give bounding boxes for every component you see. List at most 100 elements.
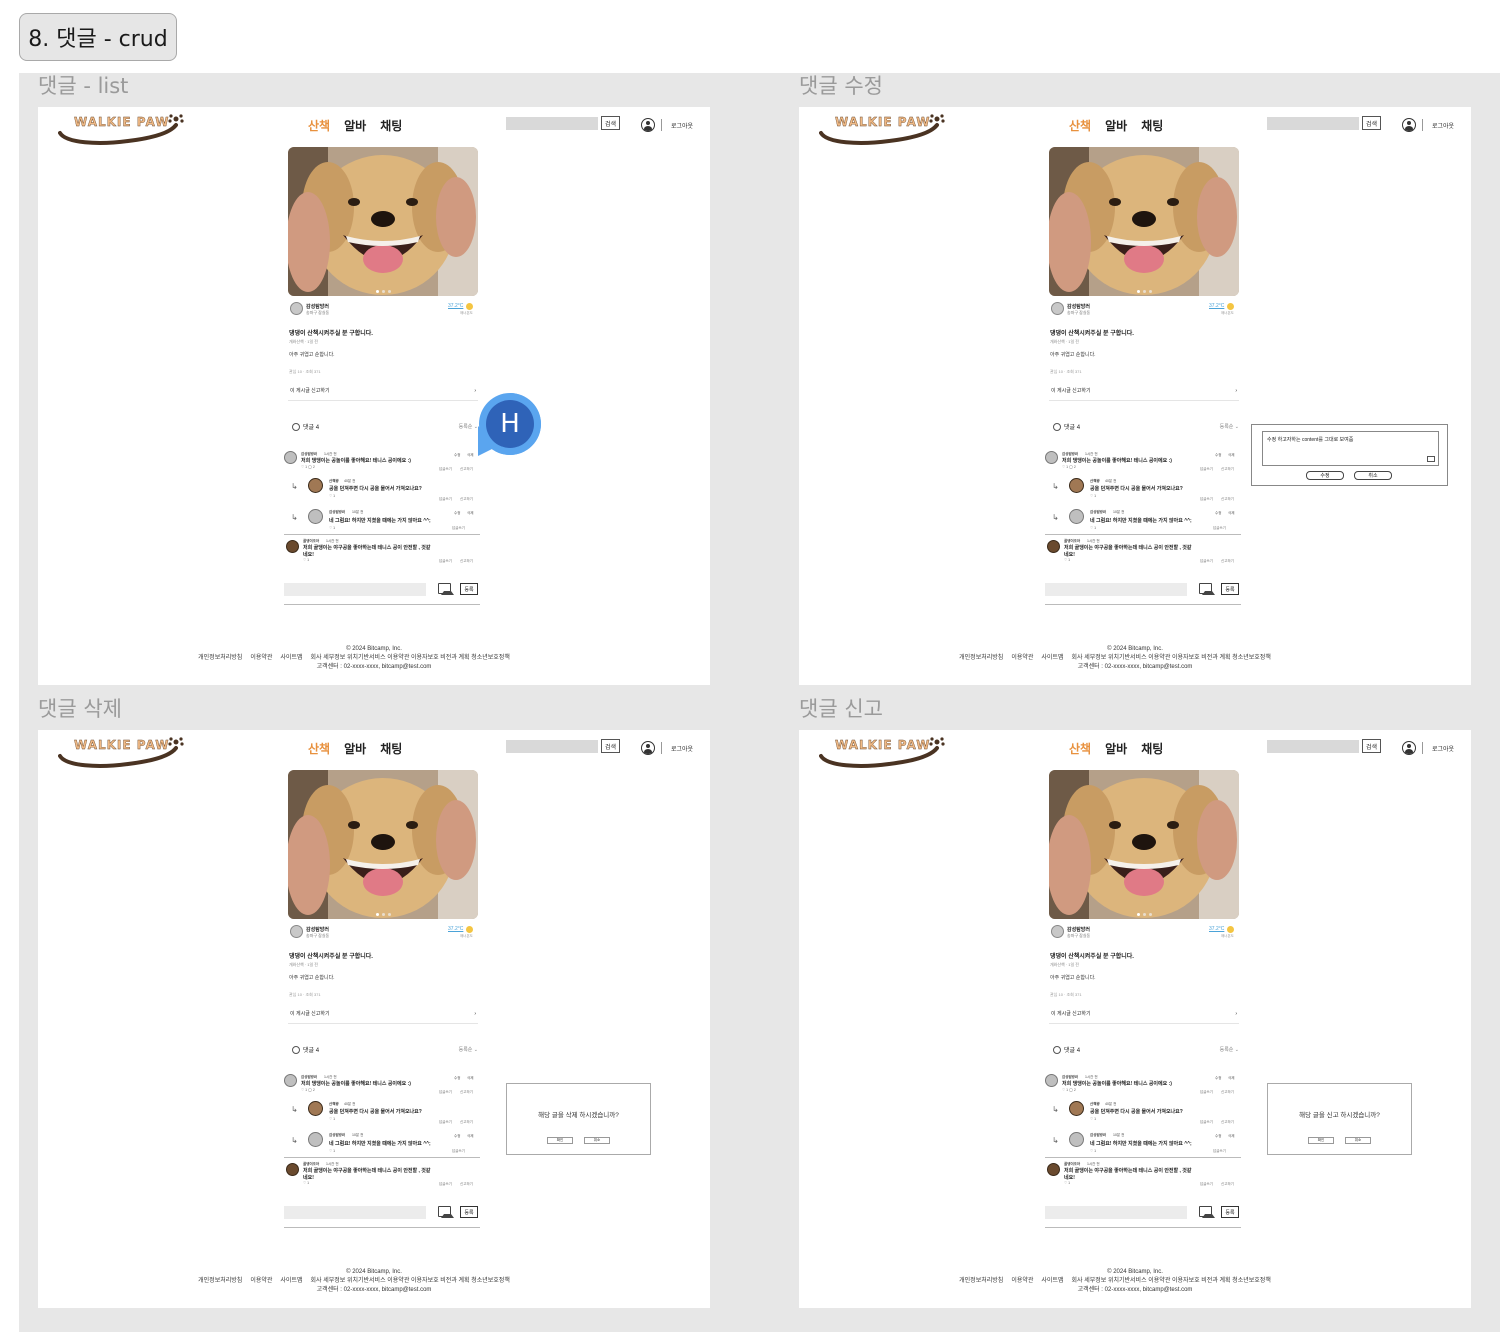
report-comment-link[interactable]: 신고하기: [460, 559, 473, 564]
carousel-dots[interactable]: [1137, 290, 1152, 293]
commenter-avatar[interactable]: [308, 1132, 323, 1147]
comment-like-count[interactable]: ♡ 1: [329, 1149, 335, 1153]
comment-input[interactable]: [1045, 583, 1187, 596]
comment-delete-button[interactable]: 삭제: [467, 1134, 473, 1139]
comment-delete-button[interactable]: 삭제: [467, 511, 473, 516]
nav-item-walk[interactable]: 산책: [1069, 740, 1091, 757]
comment-like-count[interactable]: ♡ 1: [329, 494, 335, 498]
comment-like-count[interactable]: ♡ 1: [1090, 494, 1096, 498]
reply-link[interactable]: 답글쓰기: [1200, 1120, 1213, 1125]
nav-item-walk[interactable]: 산책: [308, 117, 330, 134]
reply-link[interactable]: 답글쓰기: [452, 1149, 465, 1154]
sort-dropdown[interactable]: 등록순 ⌄: [1220, 423, 1239, 430]
logout-link[interactable]: 로그아웃: [671, 121, 693, 130]
report-comment-link[interactable]: 신고하기: [460, 1182, 473, 1187]
comment-delete-button[interactable]: 삭제: [467, 1076, 473, 1081]
footer-link-privacy[interactable]: 개인정보처리방침: [198, 1277, 242, 1286]
reply-link[interactable]: 답글쓰기: [1213, 1149, 1226, 1154]
search-button[interactable]: 검색: [1362, 116, 1381, 130]
report-comment-link[interactable]: 신고하기: [1221, 1090, 1234, 1095]
footer-link-privacy[interactable]: 개인정보처리방침: [198, 654, 242, 663]
logo[interactable]: WALKIE PAW: [58, 111, 186, 147]
footer-link-company[interactable]: 회사 세부정보 위치기반서비스 이용약관 이용자보호 비전과 계획 청소년보호정…: [311, 1277, 510, 1286]
report-comment-link[interactable]: 신고하기: [460, 467, 473, 472]
footer-link-terms[interactable]: 이용약관: [1011, 1277, 1033, 1286]
commenter-avatar[interactable]: [308, 1101, 323, 1116]
report-comment-link[interactable]: 신고하기: [1221, 1182, 1234, 1187]
report-comment-link[interactable]: 신고하기: [1221, 1120, 1234, 1125]
reply-link[interactable]: 답글쓰기: [1213, 526, 1226, 531]
post-photo[interactable]: [1049, 770, 1239, 919]
report-comment-link[interactable]: 신고하기: [1221, 559, 1234, 564]
commenter-avatar[interactable]: [284, 1074, 297, 1087]
carousel-dots[interactable]: [376, 290, 391, 293]
comment-like-count[interactable]: ♡ 1 ◯ 2: [1062, 1088, 1076, 1092]
footer-link-privacy[interactable]: 개인정보처리방침: [959, 1277, 1003, 1286]
reply-link[interactable]: 답글쓰기: [439, 497, 452, 502]
comment-edit-button[interactable]: 수정: [454, 511, 460, 516]
nav-item-job[interactable]: 알바: [344, 740, 366, 757]
comment-submit-button[interactable]: 등록: [460, 583, 478, 595]
footer-link-terms[interactable]: 이용약관: [250, 654, 272, 663]
search-button[interactable]: 검색: [601, 116, 620, 130]
post-photo[interactable]: [1049, 147, 1239, 296]
report-comment-link[interactable]: 신고하기: [460, 1120, 473, 1125]
report-post-link[interactable]: 이 게시글 신고하기 ›: [1049, 1004, 1239, 1024]
comment-like-count[interactable]: ♡ 1 ◯ 2: [301, 465, 315, 469]
comment-delete-button[interactable]: 삭제: [1228, 1076, 1234, 1081]
post-photo[interactable]: [288, 147, 478, 296]
commenter-avatar[interactable]: [284, 451, 297, 464]
commenter-avatar[interactable]: [1069, 478, 1084, 493]
comment-submit-button[interactable]: 등록: [1221, 1206, 1239, 1218]
commenter-avatar[interactable]: [1045, 1074, 1058, 1087]
comment-submit-button[interactable]: 등록: [1221, 583, 1239, 595]
reply-link[interactable]: 답글쓰기: [1200, 1090, 1213, 1095]
commenter-avatar[interactable]: [308, 509, 323, 524]
report-post-link[interactable]: 이 게시글 신고하기 ›: [1049, 381, 1239, 401]
report-post-link[interactable]: 이 게시글 신고하기 ›: [288, 381, 478, 401]
nav-item-job[interactable]: 알바: [1105, 740, 1127, 757]
commenter-avatar[interactable]: [1045, 451, 1058, 464]
user-avatar-icon[interactable]: [1402, 741, 1416, 755]
reply-link[interactable]: 답글쓰기: [439, 467, 452, 472]
reply-link[interactable]: 답글쓰기: [439, 1090, 452, 1095]
confirm-ok-button[interactable]: 확인: [547, 1137, 573, 1144]
comment-like-count[interactable]: ♡ 1: [1090, 526, 1096, 530]
carousel-dots[interactable]: [1137, 913, 1152, 916]
comment-delete-button[interactable]: 삭제: [1228, 453, 1234, 458]
search-input[interactable]: [506, 117, 598, 130]
comment-edit-button[interactable]: 수정: [1215, 1134, 1221, 1139]
nav-item-job[interactable]: 알바: [344, 117, 366, 134]
nav-item-job[interactable]: 알바: [1105, 117, 1127, 134]
sort-dropdown[interactable]: 등록순 ⌄: [459, 1046, 478, 1053]
logout-link[interactable]: 로그아웃: [1432, 744, 1454, 753]
sort-dropdown[interactable]: 등록순 ⌄: [1220, 1046, 1239, 1053]
commenter-avatar[interactable]: [1047, 540, 1060, 553]
comment-delete-button[interactable]: 삭제: [1228, 511, 1234, 516]
reply-link[interactable]: 답글쓰기: [439, 559, 452, 564]
reply-link[interactable]: 답글쓰기: [1200, 559, 1213, 564]
nav-item-chat[interactable]: 채팅: [380, 117, 402, 134]
floating-avatar-button[interactable]: H: [478, 392, 542, 456]
comment-like-count[interactable]: ♡ 1: [329, 1117, 335, 1121]
footer-link-privacy[interactable]: 개인정보처리방침: [959, 654, 1003, 663]
comment-edit-button[interactable]: 수정: [1215, 511, 1221, 516]
search-input[interactable]: [506, 740, 598, 753]
image-upload-icon[interactable]: [1199, 1206, 1215, 1218]
image-upload-icon[interactable]: [1199, 583, 1215, 595]
comment-input[interactable]: [1045, 1206, 1187, 1219]
nav-item-walk[interactable]: 산책: [308, 740, 330, 757]
comment-delete-button[interactable]: 삭제: [467, 453, 473, 458]
reply-link[interactable]: 답글쓰기: [1200, 497, 1213, 502]
comment-edit-button[interactable]: 수정: [1215, 1076, 1221, 1081]
footer-link-terms[interactable]: 이용약관: [1011, 654, 1033, 663]
logout-link[interactable]: 로그아웃: [671, 744, 693, 753]
footer-link-sitemap[interactable]: 사이트맵: [280, 654, 302, 663]
report-comment-link[interactable]: 신고하기: [460, 497, 473, 502]
commenter-avatar[interactable]: [1069, 1101, 1084, 1116]
comment-delete-button[interactable]: 삭제: [1228, 1134, 1234, 1139]
user-avatar-icon[interactable]: [641, 741, 655, 755]
comment-edit-button[interactable]: 수정: [1215, 453, 1221, 458]
carousel-dots[interactable]: [376, 913, 391, 916]
commenter-avatar[interactable]: [1047, 1163, 1060, 1176]
